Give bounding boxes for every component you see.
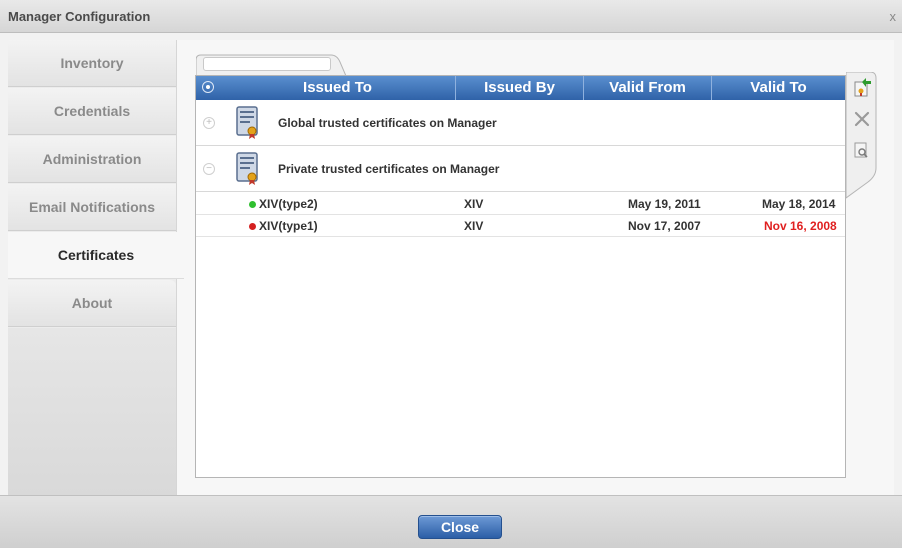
sidebar-item-about[interactable]: About	[8, 280, 176, 327]
column-header-issued-to[interactable]: Issued To	[220, 76, 455, 100]
status-green-icon	[249, 201, 256, 208]
search-input[interactable]	[203, 57, 331, 71]
group-label: Global trusted certificates on Manager	[278, 116, 497, 130]
certificate-icon	[236, 152, 258, 185]
sidebar-background	[8, 328, 176, 495]
collapse-toggle-icon[interactable]: −	[203, 163, 215, 175]
delete-icon[interactable]	[853, 110, 871, 128]
cell-issued-to: XIV(type2)	[259, 197, 318, 211]
expand-toggle-icon[interactable]: +	[203, 117, 215, 129]
table-header: Issued To Issued By Valid From Valid To	[196, 76, 845, 100]
sidebar: Inventory Credentials Administration Ema…	[8, 40, 184, 495]
window-title: Manager Configuration	[8, 9, 151, 24]
title-bar: Manager Configuration x	[0, 0, 902, 33]
window-close-icon[interactable]: x	[890, 9, 897, 24]
sidebar-item-certificates[interactable]: Certificates	[8, 232, 184, 279]
status-red-icon	[249, 223, 256, 230]
select-all-radio[interactable]	[202, 81, 214, 93]
group-row-private[interactable]: − Private trusted certificates on Manage…	[196, 146, 845, 192]
import-certificate-icon[interactable]	[852, 78, 872, 98]
cell-valid-to-expired: Nov 16, 2008	[764, 219, 837, 233]
group-label: Private trusted certificates on Manager	[278, 162, 500, 176]
cell-issued-by: XIV	[464, 219, 484, 233]
sidebar-item-credentials[interactable]: Credentials	[8, 88, 176, 135]
sidebar-item-inventory[interactable]: Inventory	[8, 40, 176, 87]
cell-valid-to: May 18, 2014	[762, 197, 836, 211]
side-toolbar	[846, 72, 878, 202]
certificates-table: Issued To Issued By Valid From Valid To …	[195, 75, 846, 478]
table-row[interactable]: XIV(type1) XIV Nov 17, 2007 Nov 16, 2008	[196, 215, 845, 237]
cell-valid-from: May 19, 2011	[628, 197, 701, 211]
close-button[interactable]: Close	[418, 515, 502, 539]
column-header-valid-from[interactable]: Valid From	[583, 76, 711, 100]
group-row-global[interactable]: + Global trusted certificates on Manager	[196, 100, 845, 146]
sidebar-item-administration[interactable]: Administration	[8, 136, 176, 183]
certificate-icon	[236, 106, 258, 139]
sidebar-item-email-notifications[interactable]: Email Notifications	[8, 184, 176, 231]
table-row[interactable]: XIV(type2) XIV May 19, 2011 May 18, 2014	[196, 193, 845, 215]
column-header-issued-by[interactable]: Issued By	[455, 76, 583, 100]
column-header-valid-to[interactable]: Valid To	[711, 76, 845, 100]
cell-issued-by: XIV	[464, 197, 484, 211]
view-details-icon[interactable]	[853, 142, 871, 160]
cell-valid-from: Nov 17, 2007	[628, 219, 701, 233]
cell-issued-to: XIV(type1)	[259, 219, 318, 233]
